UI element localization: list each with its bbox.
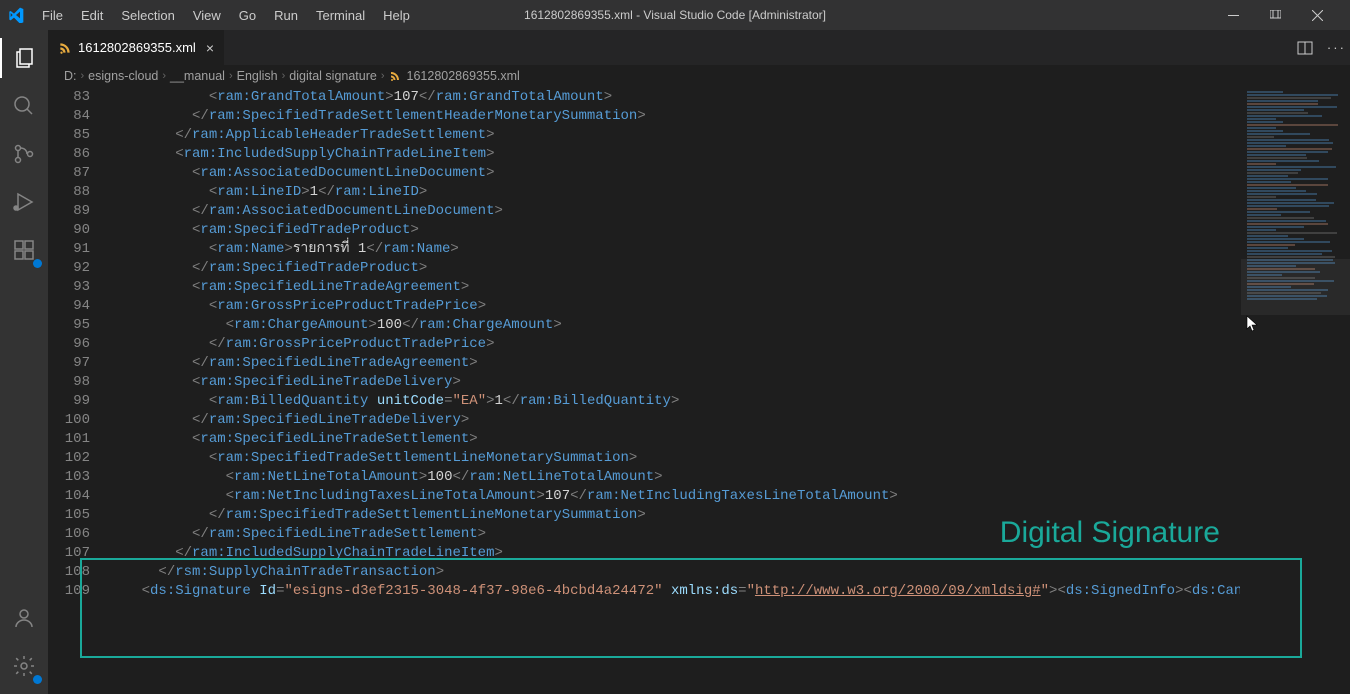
rss-xml-icon bbox=[389, 70, 401, 82]
menu-selection[interactable]: Selection bbox=[113, 4, 182, 27]
code-line[interactable]: </ram:SpecifiedLineTradeDelivery> bbox=[108, 411, 1350, 430]
maximize-button[interactable] bbox=[1270, 10, 1294, 21]
menu-file[interactable]: File bbox=[34, 4, 71, 27]
breadcrumb-segment[interactable]: esigns-cloud bbox=[88, 69, 158, 83]
code-line[interactable]: </ram:IncludedSupplyChainTradeLineItem> bbox=[108, 544, 1350, 563]
code-line[interactable]: </ram:AssociatedDocumentLineDocument> bbox=[108, 202, 1350, 221]
rss-xml-icon bbox=[58, 41, 72, 55]
code-line[interactable]: </ram:ApplicableHeaderTradeSettlement> bbox=[108, 126, 1350, 145]
code-line[interactable]: <ram:NetIncludingTaxesLineTotalAmount>10… bbox=[108, 487, 1350, 506]
breadcrumb-segment[interactable]: 1612802869355.xml bbox=[407, 69, 520, 83]
extensions-icon[interactable] bbox=[0, 230, 48, 270]
editor-area: 1612802869355.xml × ··· D:›esigns-cloud›… bbox=[48, 30, 1350, 694]
menu-run[interactable]: Run bbox=[266, 4, 306, 27]
explorer-icon[interactable] bbox=[0, 38, 48, 78]
window-controls bbox=[1228, 10, 1342, 21]
window-title: 1612802869355.xml - Visual Studio Code [… bbox=[524, 8, 826, 22]
breadcrumb[interactable]: D:›esigns-cloud›__manual›English›digital… bbox=[48, 65, 1350, 87]
code-line[interactable]: </ram:SpecifiedTradeSettlementHeaderMone… bbox=[108, 107, 1350, 126]
code-line[interactable]: <ram:NetLineTotalAmount>100</ram:NetLine… bbox=[108, 468, 1350, 487]
title-bar: FileEditSelectionViewGoRunTerminalHelp 1… bbox=[0, 0, 1350, 30]
code-line[interactable]: <ram:ChargeAmount>100</ram:ChargeAmount> bbox=[108, 316, 1350, 335]
more-actions-icon[interactable]: ··· bbox=[1327, 40, 1346, 55]
breadcrumb-segment[interactable]: D: bbox=[64, 69, 77, 83]
menu-bar: FileEditSelectionViewGoRunTerminalHelp bbox=[34, 4, 418, 27]
code-line[interactable]: <ram:LineID>1</ram:LineID> bbox=[108, 183, 1350, 202]
code-line[interactable]: <ram:SpecifiedLineTradeSettlement> bbox=[108, 430, 1350, 449]
minimap[interactable] bbox=[1240, 87, 1350, 694]
tab-close-icon[interactable]: × bbox=[206, 40, 214, 56]
code-line[interactable]: <ram:SpecifiedLineTradeAgreement> bbox=[108, 278, 1350, 297]
code-line[interactable]: <ram:GrandTotalAmount>107</ram:GrandTota… bbox=[108, 88, 1350, 107]
code-line[interactable]: <ram:Name>รายการที่ 1</ram:Name> bbox=[108, 240, 1350, 259]
code-line[interactable]: <ram:AssociatedDocumentLineDocument> bbox=[108, 164, 1350, 183]
code-line[interactable]: <ram:SpecifiedLineTradeDelivery> bbox=[108, 373, 1350, 392]
minimize-button[interactable] bbox=[1228, 10, 1252, 21]
chevron-right-icon: › bbox=[81, 70, 85, 82]
tab-bar: 1612802869355.xml × ··· bbox=[48, 30, 1350, 65]
chevron-right-icon: › bbox=[229, 70, 233, 82]
code-line[interactable]: <ram:SpecifiedTradeSettlementLineMonetar… bbox=[108, 449, 1350, 468]
code-line[interactable]: <ds:Signature Id="esigns-d3ef2315-3048-4… bbox=[108, 582, 1350, 601]
code-line[interactable]: <ram:GrossPriceProductTradePrice> bbox=[108, 297, 1350, 316]
tab-file[interactable]: 1612802869355.xml × bbox=[48, 30, 225, 65]
split-editor-icon[interactable] bbox=[1297, 40, 1313, 56]
code-line[interactable]: <ram:IncludedSupplyChainTradeLineItem> bbox=[108, 145, 1350, 164]
breadcrumb-segment[interactable]: digital signature bbox=[289, 69, 377, 83]
breadcrumb-segment[interactable]: __manual bbox=[170, 69, 225, 83]
search-icon[interactable] bbox=[0, 86, 48, 126]
code-line[interactable]: </ram:SpecifiedLineTradeSettlement> bbox=[108, 525, 1350, 544]
code-line[interactable]: <ram:BilledQuantity unitCode="EA">1</ram… bbox=[108, 392, 1350, 411]
code-editor[interactable]: <ram:GrandTotalAmount>107</ram:GrandTota… bbox=[108, 87, 1350, 694]
accounts-icon[interactable] bbox=[0, 598, 48, 638]
code-line[interactable]: </rsm:SupplyChainTradeTransaction> bbox=[108, 563, 1350, 582]
chevron-right-icon: › bbox=[162, 70, 166, 82]
vscode-icon bbox=[8, 7, 24, 23]
code-line[interactable]: <ram:SpecifiedTradeProduct> bbox=[108, 221, 1350, 240]
line-gutter: 8384858687888990919293949596979899100101… bbox=[48, 87, 108, 694]
menu-view[interactable]: View bbox=[185, 4, 229, 27]
minimap-slider[interactable] bbox=[1241, 259, 1350, 315]
code-line[interactable]: </ram:SpecifiedTradeSettlementLineMoneta… bbox=[108, 506, 1350, 525]
breadcrumb-segment[interactable]: English bbox=[237, 69, 278, 83]
source-control-icon[interactable] bbox=[0, 134, 48, 174]
menu-help[interactable]: Help bbox=[375, 4, 418, 27]
menu-edit[interactable]: Edit bbox=[73, 4, 111, 27]
menu-go[interactable]: Go bbox=[231, 4, 264, 27]
code-line[interactable]: </ram:GrossPriceProductTradePrice> bbox=[108, 335, 1350, 354]
chevron-right-icon: › bbox=[381, 70, 385, 82]
activity-bar bbox=[0, 30, 48, 694]
run-debug-icon[interactable] bbox=[0, 182, 48, 222]
chevron-right-icon: › bbox=[282, 70, 286, 82]
menu-terminal[interactable]: Terminal bbox=[308, 4, 373, 27]
tab-label: 1612802869355.xml bbox=[78, 40, 196, 55]
settings-gear-icon[interactable] bbox=[0, 646, 48, 686]
code-line[interactable]: </ram:SpecifiedTradeProduct> bbox=[108, 259, 1350, 278]
code-line[interactable]: </ram:SpecifiedLineTradeAgreement> bbox=[108, 354, 1350, 373]
close-button[interactable] bbox=[1312, 10, 1336, 21]
